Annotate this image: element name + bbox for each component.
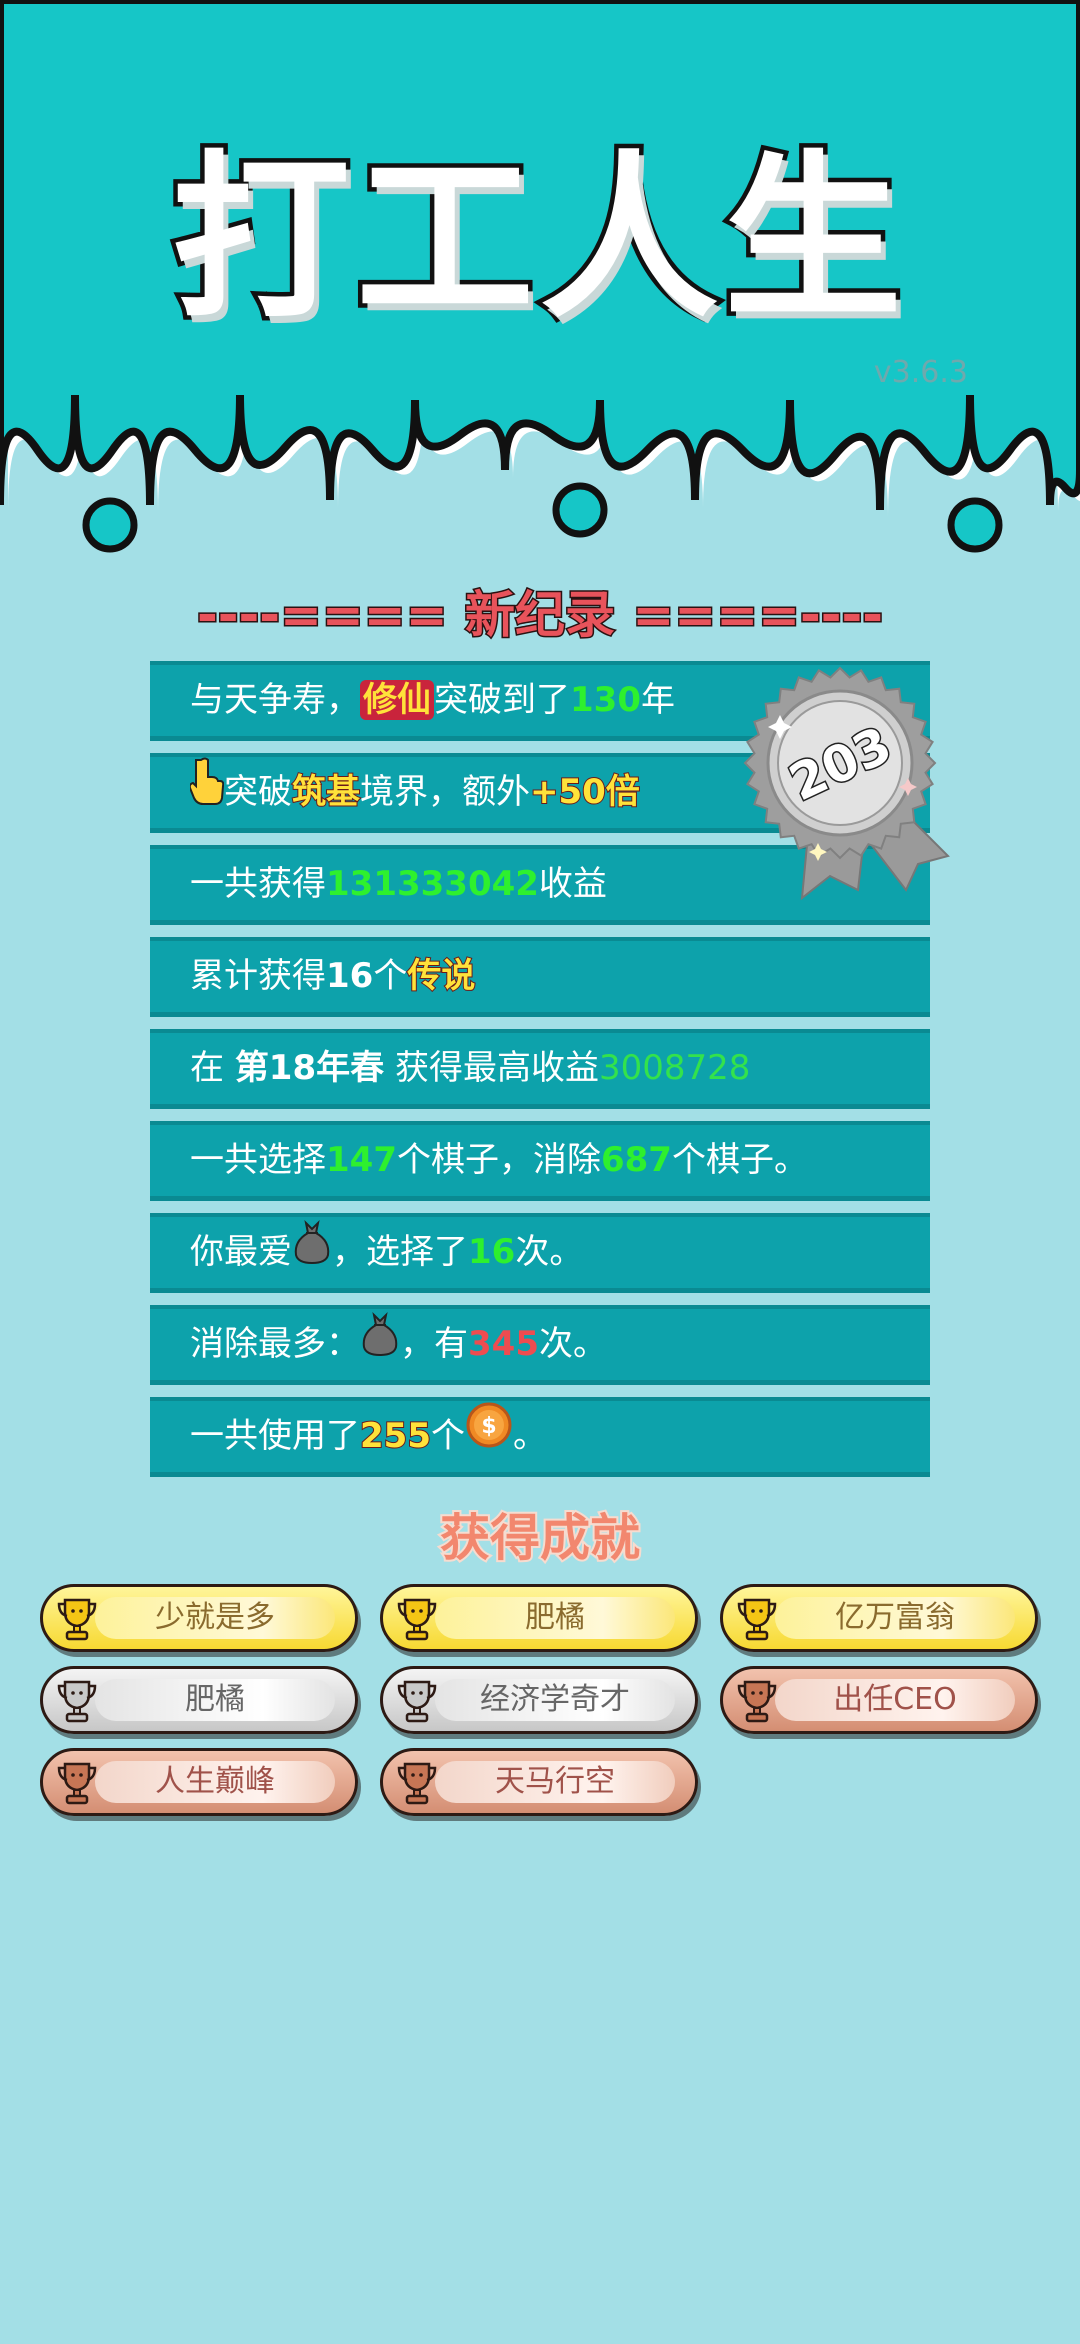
achievement-badge[interactable]: 人生巅峰 (40, 1748, 358, 1816)
trophy-icon (735, 1596, 779, 1642)
stat-value: 255 (359, 1415, 432, 1457)
stat-value: 16 (468, 1232, 516, 1272)
stat-text: 突破 (224, 772, 292, 812)
new-record-heading: ----==== 新纪录 ====---- (196, 585, 885, 646)
stat-text: 你最爱 (190, 1232, 292, 1272)
stat-value: 第18年春 (234, 1048, 385, 1088)
stat-text: 。 (512, 1416, 547, 1456)
achievement-label: 肥橘 (435, 1597, 675, 1639)
version-label: v3.6.3 (873, 355, 968, 390)
achievement-label: 经济学奇才 (435, 1679, 675, 1721)
achievement-label: 出任CEO (775, 1679, 1015, 1721)
stat-value: 147 (326, 1140, 397, 1180)
achievement-label: 肥橘 (95, 1679, 335, 1721)
achievement-label: 亿万富翁 (775, 1597, 1015, 1639)
trophy-icon (55, 1596, 99, 1642)
stat-value: 16 (326, 956, 374, 996)
stat-text: 一共获得 (190, 864, 326, 904)
stat-row-best-income: 在 第18年春 获得最高收益3008728 (150, 1029, 930, 1109)
game-title: 打工人生 (168, 131, 908, 347)
stat-highlight: 修仙 (360, 680, 434, 720)
trophy-icon (55, 1678, 99, 1724)
bag-icon (360, 1309, 400, 1382)
medal-badge: 203 (740, 663, 965, 903)
pointing-hand-icon (188, 757, 225, 830)
achievement-badge[interactable]: 肥橘 (380, 1584, 698, 1652)
stat-value: 130 (570, 680, 641, 720)
trophy-icon (395, 1678, 439, 1724)
stat-text: 个棋子，消除 (396, 1140, 601, 1180)
achievement-badge[interactable]: 肥橘 (40, 1666, 358, 1734)
stat-text: 与天争寿， (190, 680, 360, 720)
stat-text: 次。 (515, 1232, 584, 1272)
trophy-icon (735, 1678, 779, 1724)
stat-highlight: 传说 (406, 955, 476, 997)
achievement-badge[interactable]: 出任CEO (720, 1666, 1038, 1734)
stat-row-legends: 累计获得16个传说 (150, 937, 930, 1017)
header: 打工人生 v3.6.3 (0, 0, 1080, 560)
achievement-badge[interactable]: 少就是多 (40, 1584, 358, 1652)
stat-text: 累计获得 (190, 956, 326, 996)
stat-text: 个 (373, 956, 408, 996)
stat-row-most-removed: 消除最多： ，有345次。 (150, 1305, 930, 1385)
stat-value: 687 (600, 1140, 672, 1180)
stat-text: 收益 (538, 864, 607, 904)
stat-text: 获得最高收益 (384, 1048, 599, 1088)
achievements-title: 获得成就 (438, 1507, 642, 1569)
achievement-badge[interactable]: 经济学奇才 (380, 1666, 698, 1734)
achievement-badge[interactable]: 天马行空 (380, 1748, 698, 1816)
stat-text: 次。 (538, 1324, 607, 1364)
stat-text: 突破到了 (434, 680, 570, 720)
stat-text: 年 (640, 680, 675, 720)
achievement-label: 人生巅峰 (95, 1761, 335, 1803)
stat-text: 个棋子。 (671, 1140, 808, 1180)
stat-row-favorite: 你最爱 ，选择了16次。 (150, 1213, 930, 1293)
stat-row-coins: 一共使用了255个 $ 。 (150, 1397, 930, 1477)
svg-text:$: $ (481, 1414, 496, 1439)
stat-value: 3008728 (598, 1048, 751, 1088)
achievement-label: 天马行空 (435, 1761, 675, 1803)
stat-text: 一共使用了 (190, 1416, 360, 1456)
achievement-label: 少就是多 (95, 1597, 335, 1639)
stat-text: ，有 (400, 1324, 468, 1364)
stat-value: +50倍 (529, 771, 641, 813)
stat-row-pieces: 一共选择147个棋子，消除687个棋子。 (150, 1121, 930, 1201)
medal-badge-icon: 203 (743, 666, 950, 901)
stat-text: ，选择了 (332, 1232, 468, 1272)
coin-icon: $ (465, 1401, 513, 1474)
stat-value: 345 (468, 1324, 539, 1364)
stat-text: 一共选择 (190, 1140, 326, 1180)
trophy-icon (395, 1760, 439, 1806)
trophy-icon (395, 1596, 439, 1642)
achievement-badge[interactable]: 亿万富翁 (720, 1584, 1038, 1652)
stat-value: 131333042 (326, 864, 539, 904)
trophy-icon (55, 1760, 99, 1806)
stat-highlight: 筑基 (291, 771, 361, 813)
stat-text: 在 (190, 1048, 235, 1088)
stat-text: 消除最多： (190, 1324, 360, 1364)
stat-text: 个 (430, 1416, 465, 1456)
stat-text: 境界，额外 (360, 772, 530, 812)
bag-icon (292, 1217, 332, 1290)
